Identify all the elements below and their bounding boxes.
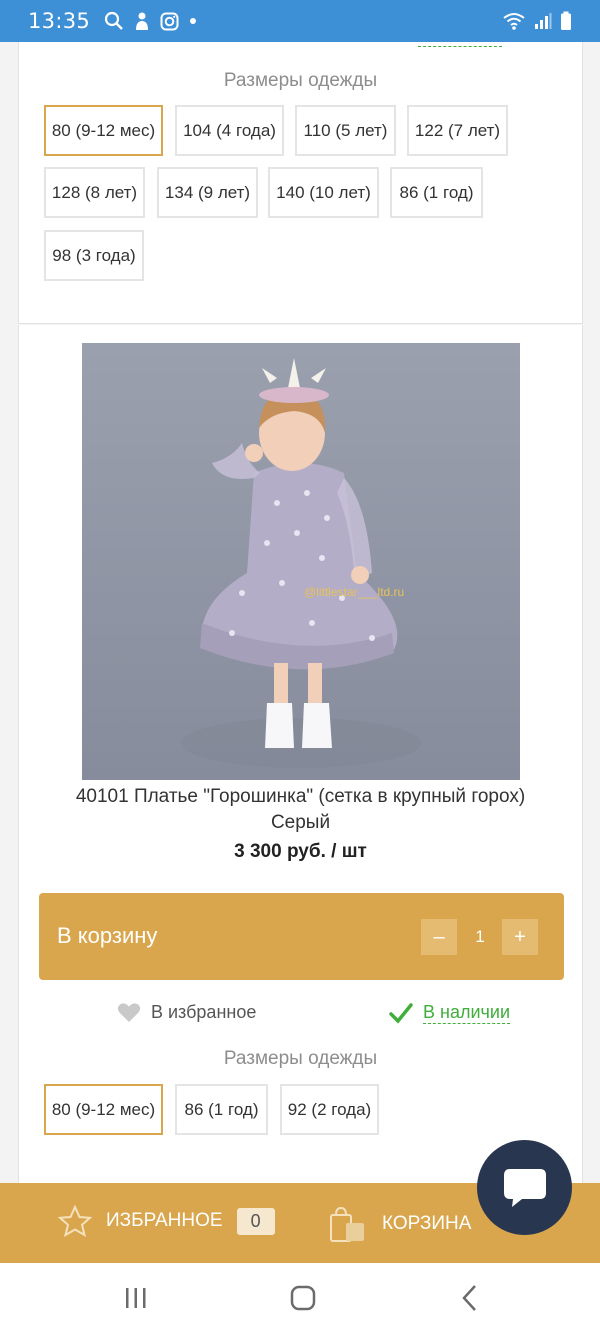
quantity-value[interactable]: 1 bbox=[462, 919, 498, 955]
size-option[interactable]: 140 (10 лет) bbox=[268, 167, 379, 218]
cut-off-row bbox=[19, 42, 582, 52]
signal-icon bbox=[535, 13, 552, 29]
size-option-selected[interactable]: 80 (9-12 мес) bbox=[44, 105, 163, 156]
search-icon bbox=[104, 11, 123, 30]
heart-icon bbox=[117, 1003, 141, 1022]
back-icon[interactable] bbox=[459, 1283, 479, 1313]
sizes-title: Размеры одежды bbox=[223, 70, 378, 91]
size-option[interactable]: 110 (5 лет) bbox=[295, 105, 396, 156]
wifi-icon bbox=[503, 13, 525, 30]
favorites-button[interactable]: ИЗБРАННОЕ 0 bbox=[58, 1205, 275, 1237]
product-title[interactable]: 40101 Платье "Горошинка" (сетка в крупны… bbox=[19, 784, 582, 836]
size-option[interactable]: 92 (2 года) bbox=[280, 1084, 379, 1135]
home-icon[interactable] bbox=[289, 1284, 317, 1312]
product-card: @littlestar___ltd.ru 40101 Платье "Горош… bbox=[18, 325, 583, 1185]
add-to-favorites-label: В избранное bbox=[151, 1002, 257, 1022]
size-option[interactable]: 86 (1 год) bbox=[175, 1084, 268, 1135]
size-option[interactable]: 98 (3 года) bbox=[44, 230, 144, 281]
quantity-decrease-button[interactable]: – bbox=[421, 919, 457, 955]
add-to-cart-button[interactable]: В корзину bbox=[57, 923, 157, 949]
in-stock-label: В наличии bbox=[423, 1002, 511, 1024]
cart-label: КОРЗИНА bbox=[382, 1213, 472, 1234]
checkmark-icon bbox=[389, 1003, 413, 1024]
chat-bubble-icon bbox=[503, 1168, 546, 1207]
star-icon bbox=[58, 1205, 92, 1237]
chat-button[interactable] bbox=[477, 1140, 572, 1235]
favorites-count-badge: 0 bbox=[236, 1207, 275, 1235]
product-price: 3 300 руб. / шт bbox=[234, 841, 367, 862]
size-option-selected[interactable]: 80 (9-12 мес) bbox=[44, 1084, 163, 1135]
recent-apps-icon[interactable] bbox=[124, 1286, 148, 1310]
previous-product-card: Размеры одежды 80 (9-12 мес) 104 (4 года… bbox=[18, 42, 583, 324]
hand-icon bbox=[136, 12, 149, 30]
dress-photo-illustration: @littlestar___ltd.ru bbox=[181, 358, 421, 768]
cart-button[interactable]: КОРЗИНА bbox=[328, 1205, 471, 1243]
size-option[interactable]: 86 (1 год) bbox=[390, 167, 483, 218]
favorites-label: ИЗБРАННОЕ bbox=[106, 1210, 223, 1231]
size-option[interactable]: 134 (9 лет) bbox=[157, 167, 258, 218]
instagram-icon bbox=[160, 12, 179, 30]
battery-icon bbox=[561, 11, 571, 30]
cut-off-stock-underline bbox=[418, 46, 502, 47]
status-system-icons bbox=[502, 11, 572, 31]
shopping-bags-icon bbox=[330, 1206, 364, 1242]
add-to-cart-bar: В корзину – 1 + bbox=[39, 893, 564, 980]
sizes-title: Размеры одежды bbox=[223, 1048, 378, 1069]
size-option[interactable]: 128 (8 лет) bbox=[44, 167, 145, 218]
size-option[interactable]: 104 (4 года) bbox=[175, 105, 284, 156]
product-title-line1: 40101 Платье "Горошинка" (сетка в крупны… bbox=[75, 786, 526, 807]
size-option[interactable]: 122 (7 лет) bbox=[407, 105, 508, 156]
dot-icon bbox=[190, 18, 197, 24]
product-title-line2: Серый bbox=[270, 812, 331, 833]
in-stock-indicator[interactable]: В наличии bbox=[389, 1002, 511, 1024]
system-navigation-bar bbox=[0, 1263, 600, 1333]
photo-watermark: @littlestar___ltd.ru bbox=[304, 585, 404, 599]
status-bar: 13:35 bbox=[0, 0, 600, 42]
status-time: 13:35 bbox=[28, 9, 91, 33]
quantity-increase-button[interactable]: + bbox=[502, 919, 538, 955]
add-to-favorites-link[interactable]: В избранное bbox=[117, 1002, 256, 1023]
product-image[interactable]: @littlestar___ltd.ru bbox=[82, 343, 520, 780]
status-notification-icons bbox=[104, 11, 197, 31]
